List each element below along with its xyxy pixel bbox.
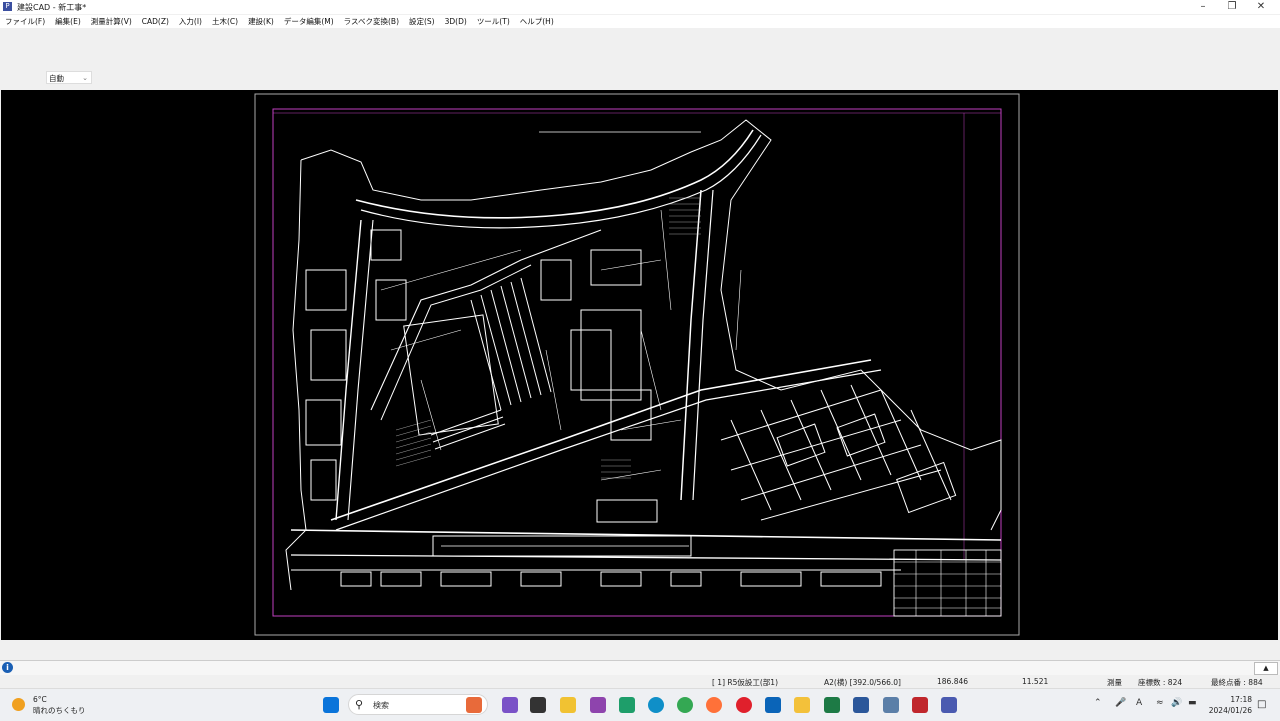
info-icon[interactable]: i: [2, 662, 13, 673]
weather-temp: 6°C: [33, 695, 47, 704]
menu-edit[interactable]: 編集(E): [50, 16, 86, 27]
paper-frame: [254, 93, 1020, 636]
menu-data-edit[interactable]: データ編集(M): [279, 16, 339, 27]
drawing-canvas[interactable]: [1, 90, 1278, 640]
mode-select[interactable]: 自動 ⌄: [46, 71, 92, 84]
menu-input[interactable]: 入力(I): [174, 16, 207, 27]
title-bar: P 建設CAD - 新工事* – ❐ ✕: [0, 0, 1280, 14]
status-mode: 測量: [1107, 678, 1122, 687]
weather-sun-icon: [12, 698, 25, 711]
chevron-down-icon: ⌄: [82, 74, 88, 82]
toolbar-area: [0, 28, 1280, 90]
status-bar: [ 1] R5仮設工(部1) A2(横) [392.0/566.0] 186.8…: [0, 676, 1280, 688]
site-plan: [285, 119, 1002, 617]
speaker-icon[interactable]: 🔊: [1171, 698, 1182, 708]
weather-desc: 晴れのちくもり: [33, 706, 86, 715]
word-icon[interactable]: [853, 697, 869, 713]
menu-civil[interactable]: 土木(C): [207, 16, 243, 27]
menu-file[interactable]: ファイル(F): [0, 16, 50, 27]
search-placeholder: 検索: [373, 701, 389, 710]
chevron-up-icon[interactable]: ▲: [1254, 662, 1278, 675]
status-layer: [ 1] R5仮設工(部1): [712, 678, 778, 687]
clock-date: 2024/01/26: [1208, 706, 1252, 715]
menu-raster-vector[interactable]: ラスベク変換(B): [339, 16, 404, 27]
windows-start-icon[interactable]: [323, 697, 339, 713]
notification-icon[interactable]: □: [1257, 699, 1266, 710]
paint-icon[interactable]: [560, 697, 576, 713]
chevron-up-tray-icon[interactable]: ⌃: [1094, 698, 1102, 708]
status-coord-count: 座標数 : 824: [1138, 678, 1183, 687]
app-icon-red[interactable]: [912, 697, 928, 713]
menu-tools[interactable]: ツール(T): [472, 16, 515, 27]
info-bar: i ▲: [0, 660, 1280, 675]
cad-app-icon[interactable]: P: [3, 2, 12, 11]
firefox-icon[interactable]: [706, 697, 722, 713]
clock[interactable]: 17:18 2024/01/26: [1208, 694, 1252, 716]
wifi-icon[interactable]: ≈: [1156, 698, 1164, 708]
menu-survey[interactable]: 測量計算(V): [86, 16, 137, 27]
menu-construction[interactable]: 建設(K): [243, 16, 279, 27]
status-paper: A2(横) [392.0/566.0]: [824, 678, 901, 687]
search-icon: ⚲: [355, 698, 364, 711]
microphone-icon[interactable]: 🎤: [1115, 698, 1126, 708]
taskbar: 6°C 晴れのちくもり ⚲ 検索 ⌃ 🎤 A ≈ 🔊 ▬ 17:18 2024/…: [0, 688, 1280, 721]
status-x-coord: 186.846: [937, 677, 969, 686]
outlook-icon[interactable]: [765, 697, 781, 713]
window-title: 建設CAD - 新工事*: [17, 3, 87, 12]
mode-select-value: 自動: [49, 74, 64, 83]
opera-icon[interactable]: [736, 697, 752, 713]
edge-icon[interactable]: [648, 697, 664, 713]
app-icon-blue[interactable]: [883, 697, 899, 713]
excel-icon[interactable]: [824, 697, 840, 713]
menu-3d[interactable]: 3D(D): [440, 17, 472, 26]
app-icon-purple[interactable]: [590, 697, 606, 713]
menu-bar: ファイル(F) 編集(E) 測量計算(V) CAD(Z) 入力(I) 土木(C)…: [0, 15, 1280, 28]
widget-icon[interactable]: [466, 697, 482, 713]
ime-icon[interactable]: A: [1136, 698, 1142, 708]
clock-time: 17:18: [1230, 695, 1252, 704]
app-icon-green[interactable]: [619, 697, 635, 713]
file-explorer-icon[interactable]: [794, 697, 810, 713]
hatch-areas: [395, 197, 701, 479]
task-view-icon[interactable]: [530, 697, 546, 713]
menu-cad[interactable]: CAD(Z): [137, 17, 174, 26]
status-last-point: 最終点番 : 884: [1211, 678, 1263, 687]
copilot-icon[interactable]: [502, 697, 518, 713]
cad-taskbar-icon[interactable]: [941, 697, 957, 713]
menu-help[interactable]: ヘルプ(H): [515, 16, 559, 27]
menu-settings[interactable]: 設定(S): [404, 16, 440, 27]
close-button[interactable]: ✕: [1244, 0, 1278, 14]
drawing-border: [272, 108, 1002, 617]
status-y-coord: 11.521: [1022, 677, 1049, 686]
battery-icon[interactable]: ▬: [1188, 698, 1197, 708]
chrome-icon[interactable]: [677, 697, 693, 713]
cad-drawing: [254, 93, 1020, 636]
